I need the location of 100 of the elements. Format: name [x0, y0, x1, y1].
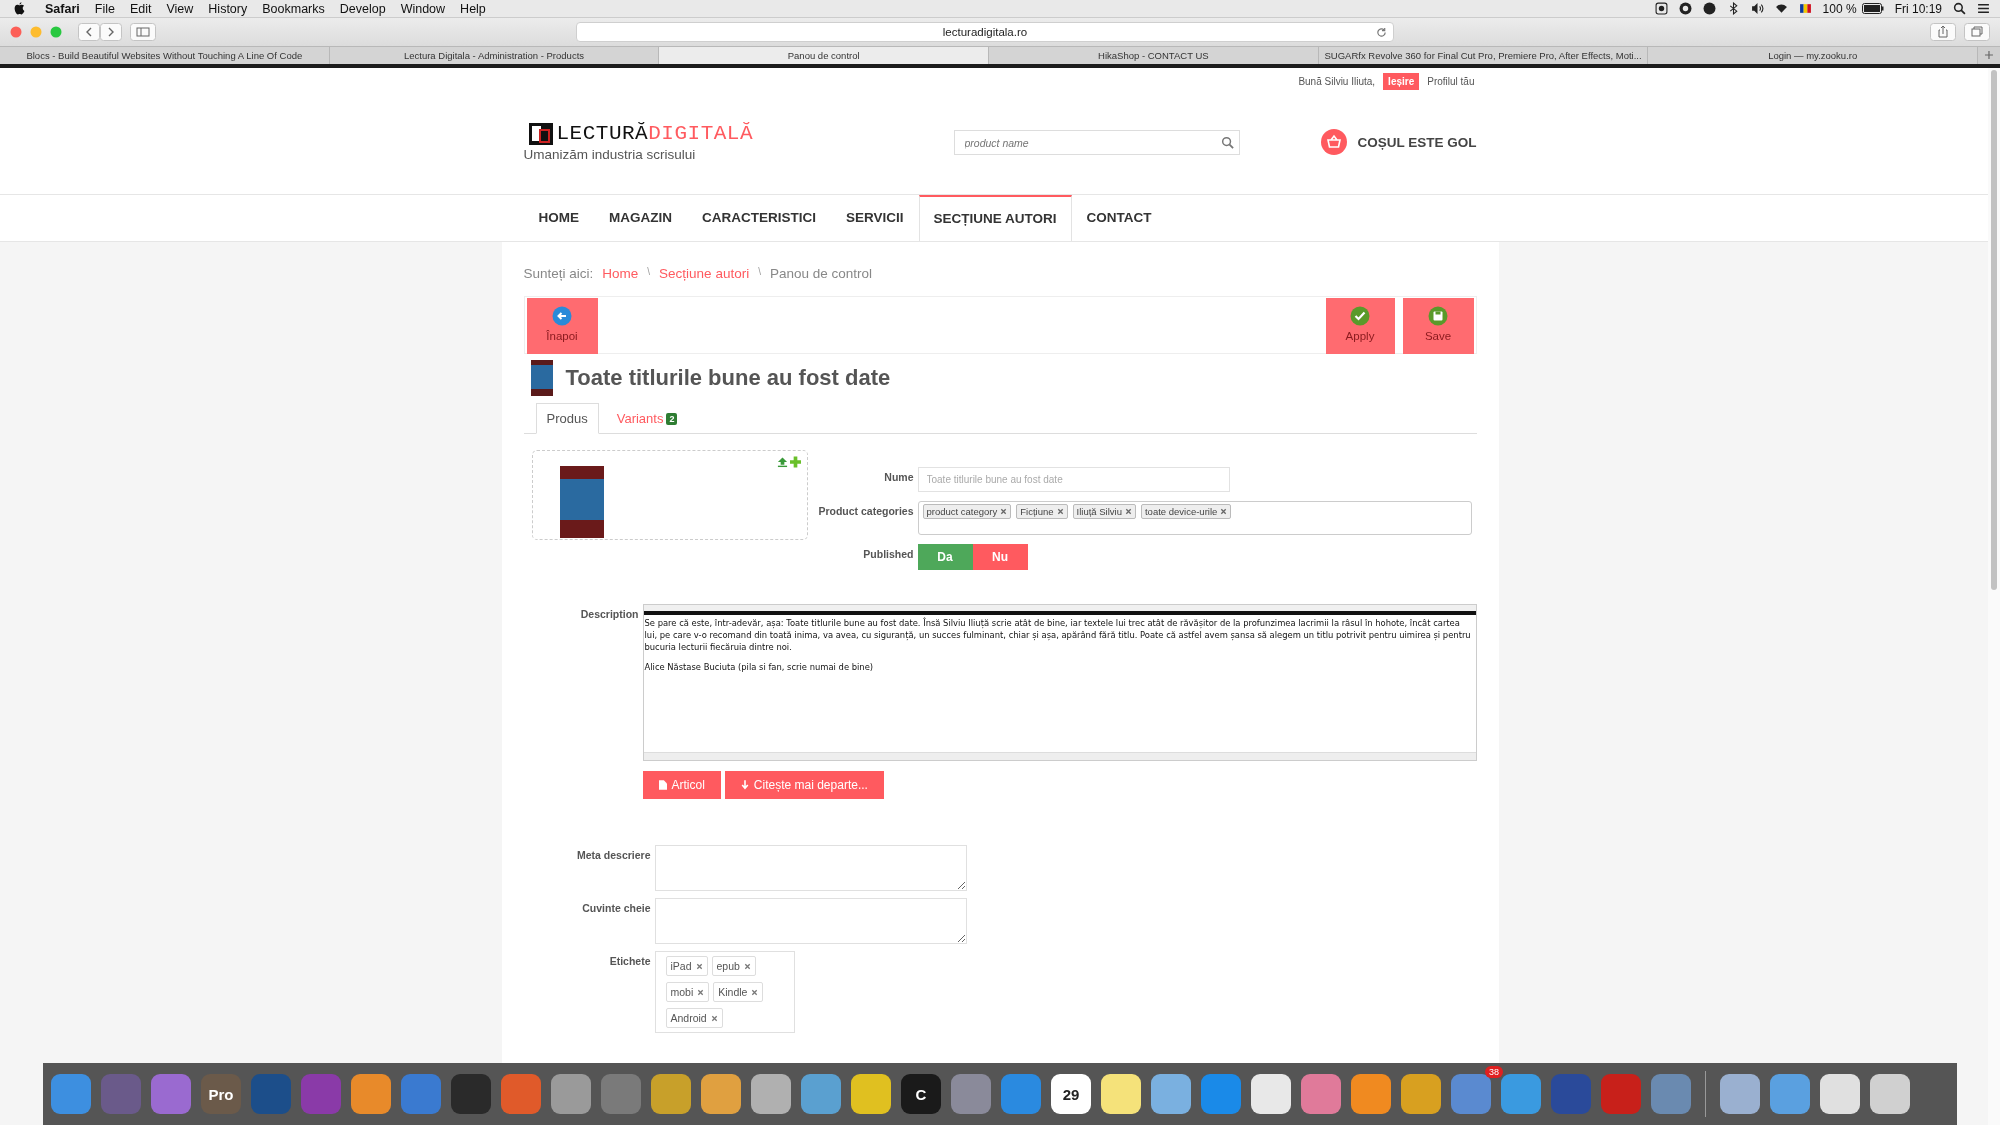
save-icon — [1428, 306, 1448, 326]
menu-item[interactable]: View — [166, 1, 194, 16]
upload-icon[interactable] — [776, 456, 788, 468]
dock-app-icon[interactable] — [701, 1074, 741, 1114]
field-label: Etichete — [608, 954, 651, 969]
product-tab[interactable]: Produs — [535, 403, 599, 434]
dock-app-icon[interactable] — [1401, 1074, 1441, 1114]
browser-tab[interactable]: HikaShop - CONTACT US — [989, 47, 1319, 64]
reload-icon[interactable] — [1376, 26, 1387, 38]
apple-icon[interactable] — [14, 2, 25, 15]
cart-status[interactable]: COȘUL ESTE GOL — [1357, 134, 1477, 150]
nav-item[interactable]: SERVICII — [831, 195, 919, 241]
battery-icon[interactable] — [1861, 3, 1884, 14]
window-controls-icon[interactable] — [10, 26, 62, 38]
volume-icon[interactable] — [1750, 2, 1764, 15]
dock-app-icon[interactable] — [1251, 1074, 1291, 1114]
category-tag[interactable]: Iliuță Silviu — [1072, 504, 1136, 519]
flag-icon[interactable] — [1798, 2, 1812, 15]
wifi-icon[interactable] — [1774, 2, 1788, 15]
keywords-field[interactable] — [654, 898, 967, 944]
logo-text[interactable]: LECTURĂDIGITALĂ — [556, 122, 754, 145]
tag-chip[interactable]: epub — [711, 956, 756, 976]
remove-icon[interactable] — [1000, 508, 1008, 515]
dock-app-icon[interactable] — [1501, 1074, 1541, 1114]
basket-icon[interactable] — [1321, 129, 1348, 155]
remove-icon[interactable] — [1220, 508, 1228, 515]
scrollbar-thumb[interactable] — [1991, 70, 1997, 590]
dock-app-icon[interactable] — [1151, 1074, 1191, 1114]
remove-icon[interactable] — [1056, 508, 1064, 515]
categories-field[interactable]: product category Ficțiune Iliuță Silviu toate device-urile — [917, 501, 1472, 535]
tag-chip[interactable]: mobi — [665, 982, 710, 1002]
dock-app-icon[interactable] — [351, 1074, 391, 1114]
new-tab-icon[interactable] — [1984, 50, 1994, 60]
tag-chip[interactable]: iPad — [665, 956, 708, 976]
dock-app-icon[interactable]: 29 — [1051, 1074, 1091, 1114]
circle-icon[interactable] — [1702, 2, 1716, 15]
dock-app-icon[interactable] — [851, 1074, 891, 1114]
category-tag[interactable]: product category — [922, 504, 1012, 519]
menu-item[interactable]: Edit — [129, 1, 152, 16]
browser-tab[interactable]: SUGARfx Revolve 360 for Final Cut Pro, Premiere Pro, After Effects, Moti... — [1318, 47, 1649, 64]
browser-tab[interactable]: Panou de control — [659, 47, 989, 64]
nav-item[interactable]: MAGAZIN — [594, 195, 687, 241]
menu-item[interactable]: Develop — [339, 1, 386, 16]
remove-icon[interactable] — [743, 962, 751, 970]
menu-item[interactable]: Bookmarks — [262, 1, 325, 16]
dock-app-icon[interactable] — [1870, 1074, 1910, 1114]
dock-app-icon[interactable] — [751, 1074, 791, 1114]
field-label: Published — [862, 547, 914, 562]
description-paragraph: Se pare că este, într-adevăr, așa: Toate titlurile bune au fost date. Însă Silviu Iliuță scrie atât de bine, iar textele lui trec atât de răvășitor de la profunzimea lacrimii la râsul în hohote, încât cartea lui, pe care v-o recomand din toată inima, va avea, cu siguranță, un succes fulminant, chiar și așa, apărând fără titlu. Poate că astfel avem șansa să alegem un titlu potrivit pentru uimirea și pentru bucuria lecturii fiecăruia dintre noi. — [644, 617, 1472, 654]
dock-app-icon[interactable] — [551, 1074, 591, 1114]
tag-chip[interactable]: Android — [665, 1008, 723, 1028]
tag-chip[interactable]: Kindle — [713, 982, 764, 1002]
dock-app-icon[interactable] — [1301, 1074, 1341, 1114]
dock-app-icon[interactable] — [1820, 1074, 1860, 1114]
profile-link[interactable]: Profilul tău — [1427, 75, 1475, 87]
remove-icon[interactable] — [710, 1014, 718, 1022]
description-editor[interactable] — [642, 604, 1477, 761]
category-tag[interactable]: toate device-urile — [1140, 504, 1232, 519]
field-label: Cuvinte cheie — [581, 901, 651, 916]
dock-app-icon[interactable] — [1720, 1074, 1760, 1114]
search-icon[interactable] — [1953, 2, 1966, 15]
category-tag[interactable]: Ficțiune — [1016, 504, 1068, 519]
dock-app-icon[interactable] — [801, 1074, 841, 1114]
dock-app-icon[interactable] — [1351, 1074, 1391, 1114]
meta-description-field[interactable] — [654, 845, 967, 891]
browser-tab[interactable]: Lectura Digitala - Administration - Products — [329, 47, 660, 64]
app-menu[interactable]: Safari — [45, 1, 80, 16]
dock-app-icon[interactable] — [1770, 1074, 1810, 1114]
menu-item[interactable]: Help — [460, 1, 486, 16]
search-field[interactable]: product name — [953, 130, 1240, 155]
nav-item[interactable]: CARACTERISTICI — [687, 195, 831, 241]
nav-item[interactable]: CONTACT — [1071, 195, 1167, 241]
sidebar-button[interactable] — [130, 23, 156, 41]
remove-icon[interactable] — [697, 988, 705, 996]
address-bar[interactable]: lecturadigitala.ro — [576, 22, 1394, 42]
dock-app-icon[interactable]: Pro — [201, 1074, 241, 1114]
back-button[interactable] — [78, 23, 100, 41]
forward-button[interactable] — [100, 23, 122, 41]
menu-item[interactable]: History — [208, 1, 248, 16]
product-title: Toate titlurile bune au fost date — [565, 365, 891, 391]
dock-app-icon[interactable] — [651, 1074, 691, 1114]
product-tab[interactable]: Variants 2 — [606, 404, 688, 433]
remove-icon[interactable] — [1124, 508, 1132, 515]
tabs-overview-button[interactable] — [1964, 23, 1990, 41]
remove-icon[interactable] — [695, 962, 703, 970]
browser-tab[interactable]: Blocs - Build Beautiful Websites Without Touching A Line Of Code — [0, 47, 330, 64]
share-button[interactable] — [1930, 23, 1956, 41]
name-field[interactable]: Toate titlurile bune au fost date — [917, 467, 1230, 492]
list-icon[interactable] — [1977, 2, 1990, 15]
nav-item[interactable]: HOME — [523, 195, 594, 241]
add-icon[interactable] — [789, 456, 801, 468]
menu-item[interactable]: File — [94, 1, 115, 16]
tags-field[interactable]: iPad epub mobi Kindle Android — [654, 951, 795, 1033]
remove-icon[interactable] — [751, 988, 759, 996]
menu-item[interactable]: Window — [400, 1, 446, 16]
image-upload-area[interactable] — [531, 450, 808, 540]
dock-app-icon[interactable] — [1101, 1074, 1141, 1114]
dock-app-icon[interactable]: C — [901, 1074, 941, 1114]
browser-tab[interactable]: Login — my.zooku.ro — [1648, 47, 1979, 64]
record-icon[interactable] — [1654, 2, 1668, 15]
